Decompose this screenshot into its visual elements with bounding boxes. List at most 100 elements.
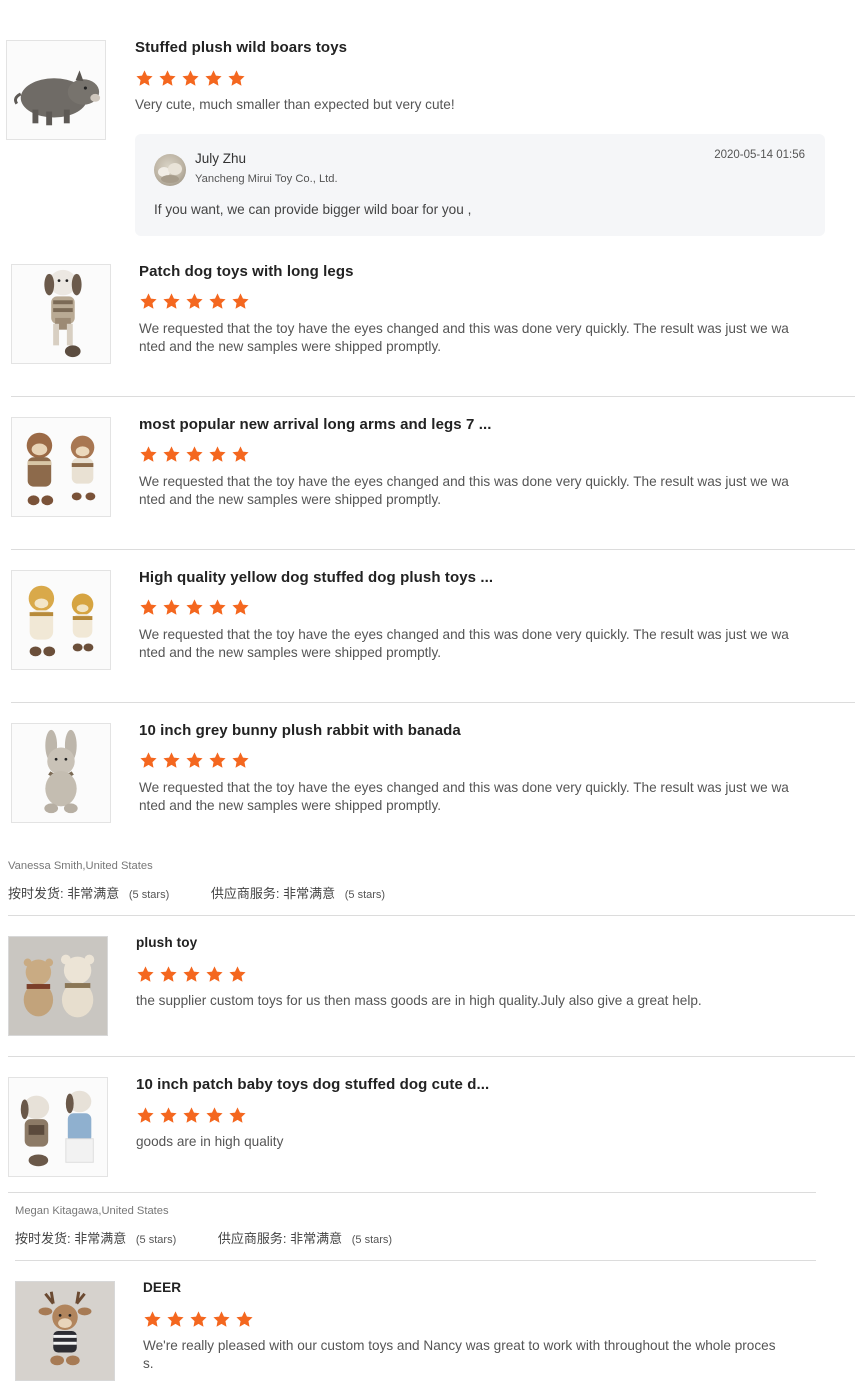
star-icon [205,70,222,86]
reply-date: 2020-05-14 01:56 [714,149,805,161]
divider [8,915,855,916]
review-product-title[interactable]: plush toy [136,935,197,950]
review-text: Very cute, much smaller than expected bu… [135,97,455,112]
star-icon [206,1107,223,1123]
star-icon [136,70,153,86]
product-thumbnail[interactable] [11,417,111,517]
product-thumbnail[interactable] [11,723,111,823]
star-icon [213,1311,230,1327]
star-icon [186,752,203,768]
star-rating [139,598,250,617]
divider [8,1056,855,1057]
star-icon [160,1107,177,1123]
delivery-stars-count: (5 stars) [135,1234,177,1246]
reply-author-name: July Zhu [195,151,247,166]
service-rating: 供应商服务: 非常满意 (5 stars) [218,1228,392,1247]
star-icon [228,70,245,86]
star-icon [140,599,157,615]
grey-bunny-plush-icon [12,724,110,822]
review-text: We requested that the toy have the eyes … [139,779,789,815]
delivery-label: 按时发货: [15,1231,71,1246]
review-product-title[interactable]: Patch dog toys with long legs [139,263,354,280]
review-text: the supplier custom toys for us then mas… [136,993,702,1008]
star-icon [209,446,226,462]
service-label: 供应商服务: [217,1231,287,1246]
star-icon [140,752,157,768]
teddy-bears-plush-icon [9,937,107,1035]
star-rating [139,292,250,311]
product-thumbnail[interactable] [11,264,111,364]
review-product-title[interactable]: 10 inch grey bunny plush rabbit with ban… [139,722,461,739]
service-value: 非常满意 [290,1231,343,1246]
star-rating [139,751,250,770]
service-rating: 供应商服务: 非常满意 (5 stars) [211,883,385,902]
review-text-line: nted and the new samples were shipped pr… [139,645,442,660]
delivery-rating: 按时发货: 非常满意 (5 stars) [15,1228,176,1247]
star-rating [136,965,247,984]
divider [11,702,855,703]
reply-company: Yancheng Mirui Toy Co., Ltd. [195,173,338,185]
product-thumbnail[interactable] [8,1077,108,1177]
star-icon [163,293,180,309]
star-icon [229,966,246,982]
service-stars-count: (5 stars) [344,889,386,901]
review-text: We requested that the toy have the eyes … [139,626,789,662]
star-icon [159,70,176,86]
review-text-line: nted and the new samples were shipped pr… [139,492,442,507]
star-icon [236,1311,253,1327]
patch-dog-plush-icon [12,265,110,363]
star-icon [137,966,154,982]
delivery-value: 非常满意 [67,886,120,901]
reviewer-name: Megan Kitagawa,United States [15,1205,169,1217]
star-icon [209,599,226,615]
review-text: goods are in high quality [136,1134,284,1149]
divider [15,1260,816,1261]
star-icon [140,446,157,462]
review-product-title[interactable]: Stuffed plush wild boars toys [135,39,347,56]
supplier-rating-row: 按时发货: 非常满意 (5 stars) 供应商服务: 非常满意 (5 star… [8,883,385,902]
star-rating [143,1310,254,1329]
service-stars-count: (5 stars) [351,1234,393,1246]
review-text-line: We requested that the toy have the eyes … [139,627,789,642]
deer-plush-icon [16,1282,114,1380]
review-text-line: nted and the new samples were shipped pr… [139,798,442,813]
star-icon [232,446,249,462]
service-value: 非常满意 [283,886,336,901]
star-icon [232,599,249,615]
star-icon [186,446,203,462]
product-thumbnail[interactable] [11,570,111,670]
review-text-line: We requested that the toy have the eyes … [139,321,789,336]
wild-boar-plush-icon [7,41,105,139]
delivery-value: 非常满意 [74,1231,127,1246]
star-icon [137,1107,154,1123]
star-icon [183,966,200,982]
review-text-line: We requested that the toy have the eyes … [139,474,789,489]
review-product-title[interactable]: most popular new arrival long arms and l… [139,416,492,433]
delivery-stars-count: (5 stars) [128,889,170,901]
star-icon [167,1311,184,1327]
review-text: We requested that the toy have the eyes … [139,320,789,356]
review-product-title[interactable]: High quality yellow dog stuffed dog plus… [139,569,493,586]
review-product-title[interactable]: 10 inch patch baby toys dog stuffed dog … [136,1076,489,1093]
star-icon [140,293,157,309]
product-thumbnail[interactable] [6,40,106,140]
divider [11,549,855,550]
star-icon [163,599,180,615]
star-icon [232,293,249,309]
yellow-dog-plush-icon [12,571,110,669]
reviewer-name: Vanessa Smith,United States [8,860,153,872]
star-icon [190,1311,207,1327]
star-icon [186,599,203,615]
star-icon [183,1107,200,1123]
patch-baby-dogs-plush-icon [9,1078,107,1176]
star-icon [182,70,199,86]
product-thumbnail[interactable] [15,1281,115,1381]
review-text-line: nted and the new samples were shipped pr… [139,339,442,354]
product-thumbnail[interactable] [8,936,108,1036]
star-icon [163,446,180,462]
review-product-title[interactable]: DEER [143,1280,181,1295]
star-icon [232,752,249,768]
reply-message: If you want, we can provide bigger wild … [154,202,472,217]
star-icon [229,1107,246,1123]
review-text-line: s. [143,1356,154,1371]
